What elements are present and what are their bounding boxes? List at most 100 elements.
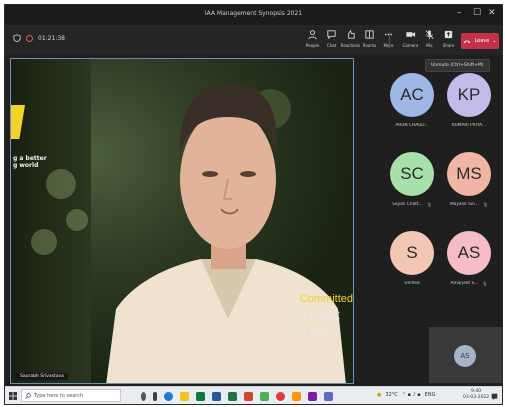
teams-meeting-window: IAA Management Synopsis 2021 – ☐ ✕ 01:21… [4,4,503,405]
participant-avatar: S [390,231,434,275]
video-background [46,169,76,199]
word-icon[interactable] [212,391,221,401]
slogan-line: g a better [13,155,47,162]
tray-icons[interactable]: ⌃ ▪ ♪ ▪ [402,392,421,398]
search-icon [25,392,31,399]
main-video: g a better g world Committed g a bett n … [10,58,354,384]
chat-button[interactable]: Chat [322,29,341,48]
people-icon [308,30,317,40]
participant-name: Amarjeet S... [450,281,479,286]
edge-icon[interactable] [164,391,173,401]
windows-icon [9,392,17,400]
title-bar: IAA Management Synopsis 2021 – ☐ ✕ [5,5,502,25]
weather-temp: 32°C [385,392,398,398]
mic-muted-icon: 🎙 [426,202,432,207]
mic-muted-icon: 🎙 [482,281,488,286]
phone-hangup-icon [464,40,471,43]
participant-tile[interactable]: AC ARUN CHAUD... [382,73,442,128]
start-button[interactable] [9,387,17,404]
participant-name: Unified [404,281,420,286]
people-button[interactable]: People [303,29,322,48]
background-slogan-left: g a better g world [13,155,47,169]
reactions-label: Reactions [340,43,361,48]
participant-tile[interactable]: KP KUMARI PRIYA... [439,73,499,128]
mic-button[interactable]: Mic [420,29,439,48]
self-view[interactable]: AS [429,327,502,383]
rooms-label: Rooms [362,43,377,48]
system-tray: ● 32°C ⌃ ▪ ♪ ▪ ENG [377,392,435,398]
share-button[interactable]: Share [439,29,458,48]
participant-tile[interactable]: SC Sayan Chatt... 🎙 [382,152,442,207]
participant-name-row: Sayan Chatt... 🎙 [382,202,442,207]
participant-avatar: AC [390,73,434,117]
teams-icon[interactable] [324,391,333,401]
rooms-button[interactable]: Rooms [360,29,379,48]
camera-icon [406,32,416,37]
participant-avatar: KP [447,73,491,117]
participant-avatar: AS [447,231,491,275]
share-icon [444,30,453,39]
participant-name-row: Mayank Sin... 🎙 [439,202,499,207]
reactions-icon [348,29,355,39]
toolbar-divider [389,32,390,48]
reactions-button[interactable]: Reactions [341,29,360,48]
participant-tile[interactable]: AS Amarjeet S... 🎙 [439,231,499,286]
powerpoint-icon[interactable] [244,391,253,401]
minimize-button[interactable]: – [457,8,462,18]
meeting-timer: 01:21:38 [38,34,65,42]
app-icon[interactable] [196,391,205,401]
participant-avatar: MS [447,152,491,196]
people-label: People [305,43,320,48]
task-view-icon[interactable] [153,391,157,401]
language-indicator[interactable]: ENG [425,392,436,398]
participant-name-row: ARUN CHAUD... [382,123,442,128]
mic-label: Mic [426,43,433,48]
slogan-line: n wor [299,324,330,338]
participant-tile[interactable]: MS Mayank Sin... 🎙 [439,152,499,207]
slogan-line: g world [13,162,39,169]
participant-tile[interactable]: S Unified [382,231,442,286]
shield-icon [13,34,21,42]
chat-label: Chat [326,43,337,48]
mic-muted-icon: 🎙 [482,202,488,207]
camera-label: Camera [402,43,419,48]
windows-taskbar: Type here to search ● 32°C ⌃ ▪ ♪ ▪ ENG 9… [5,386,502,404]
chat-icon [327,30,336,40]
excel-icon[interactable] [228,391,237,401]
window-title: IAA Management Synopsis 2021 [204,10,303,17]
chevron-down-icon: ⌄ [492,38,497,44]
search-placeholder: Type here to search [34,392,84,399]
unmute-tooltip: Unmute (Ctrl+Shift+M) [425,59,490,72]
slogan-line: Committed [299,293,353,305]
app-icon[interactable] [308,391,317,401]
notification-icon [491,393,498,400]
participant-name-row: Amarjeet S... 🎙 [439,281,499,286]
notifications-button[interactable] [491,387,498,404]
app-icon[interactable] [292,391,301,401]
clock-date: 03-03-2022 [463,395,490,400]
weather-icon: ● [377,392,382,398]
background-slogan-right: Committed g a bett n wor [300,291,353,339]
chrome-icon[interactable] [276,391,285,401]
taskbar-clock[interactable]: 9:40 03-03-2022 [463,389,489,401]
participant-name-row: Unified [382,281,442,286]
file-explorer-icon[interactable] [180,391,189,401]
participant-name: Sayan Chatt... [392,202,423,207]
taskbar-search[interactable]: Type here to search [21,389,121,402]
self-avatar: AS [454,345,476,367]
participant-name: ARUN CHAUD... [395,123,429,128]
app-icon[interactable] [260,391,269,401]
task-view-icon[interactable] [141,391,146,401]
video-background [31,229,57,255]
leave-button[interactable]: Leave ⌄ [461,33,499,49]
participant-name: KUMARI PRIYA... [451,123,487,128]
recording-icon [26,34,33,42]
taskbar-apps [141,387,340,404]
participant-avatar: SC [390,152,434,196]
mic-icon [425,30,434,40]
close-button[interactable]: ✕ [488,8,496,18]
speaker-name-label: Saurabh Srivastava [16,373,68,380]
camera-button[interactable]: Camera [401,29,420,48]
slogan-line: g a bett [299,308,340,322]
maximize-button[interactable]: ☐ [473,8,481,18]
